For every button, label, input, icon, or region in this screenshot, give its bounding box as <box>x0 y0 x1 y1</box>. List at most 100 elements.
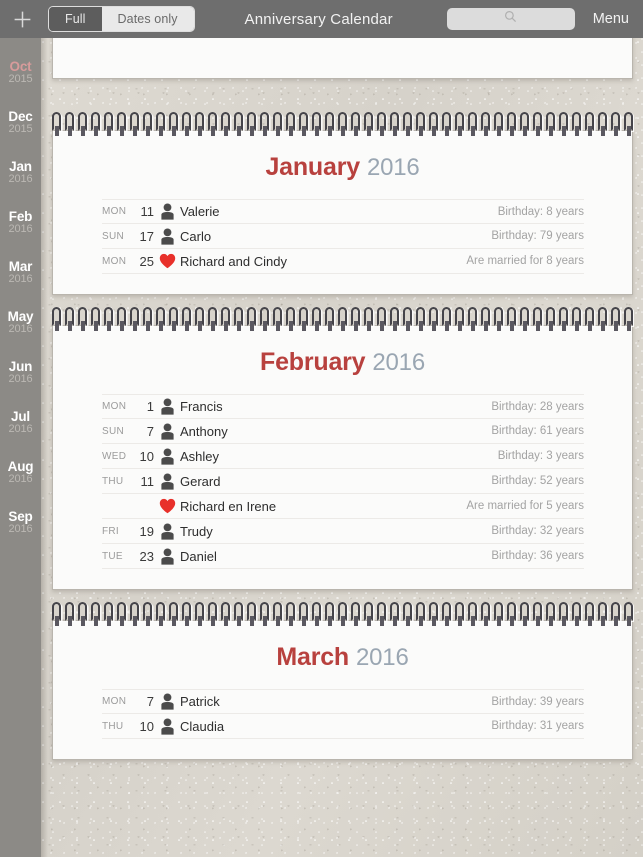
month-heading: March 2016 <box>53 621 632 689</box>
row-day: 17 <box>139 228 154 244</box>
month-card-partial <box>52 38 633 79</box>
segment-dates-only[interactable]: Dates only <box>101 7 194 31</box>
sidebar-item-sep-2016[interactable]: Sep 2016 <box>0 498 41 548</box>
sidebar-item-month: Jun <box>8 358 33 374</box>
sidebar-item-month: Dec <box>8 108 33 124</box>
person-icon <box>161 473 174 490</box>
sidebar-item-year: 2016 <box>8 373 33 386</box>
app-title: Anniversary Calendar <box>244 10 393 28</box>
search-input[interactable] <box>446 8 575 30</box>
person-icon <box>161 693 174 710</box>
sidebar-item-oct-2015[interactable]: Oct 2015 <box>0 48 41 98</box>
person-icon <box>161 203 174 220</box>
sidebar-item-month: Sep <box>8 508 33 524</box>
sidebar-item-mar-2016[interactable]: Mar 2016 <box>0 248 41 298</box>
month-name: February <box>260 348 366 376</box>
add-button[interactable] <box>0 0 44 38</box>
row-person-name: Claudia <box>180 718 225 734</box>
heart-icon <box>159 498 176 514</box>
row-weekday: SUN <box>102 230 125 242</box>
month-card-body: March 2016 MON 7 Patrick Birthday: 39 years TH… <box>53 621 632 759</box>
row-weekday: SUN <box>102 425 125 437</box>
person-icon <box>161 548 174 565</box>
toolbar: Full Dates only Anniversary Calendar Men… <box>0 0 643 38</box>
sidebar-item-feb-2016[interactable]: Feb 2016 <box>0 198 41 248</box>
anniversary-calendar-app: Full Dates only Anniversary Calendar Men… <box>0 0 643 857</box>
month-card-january: January 2016 MON 11 Valerie Birthday: 8 years… <box>52 112 633 295</box>
person-icon <box>155 398 180 415</box>
anniversary-row[interactable]: FRI 19 Trudy Birthday: 32 years <box>102 519 584 544</box>
sidebar-item-year: 2016 <box>8 323 33 336</box>
person-icon <box>155 473 180 490</box>
row-day: 10 <box>139 718 154 734</box>
sidebar-item-may-2016[interactable]: May 2016 <box>0 298 41 348</box>
row-note: Birthday: 61 years <box>491 425 584 437</box>
view-mode-segmented-control[interactable]: Full Dates only <box>48 6 195 32</box>
segment-full[interactable]: Full <box>49 7 102 31</box>
row-weekday: MON <box>102 255 127 267</box>
anniversary-row-list: MON 7 Patrick Birthday: 39 years THU 10 Claudi… <box>53 689 632 739</box>
month-year: 2016 <box>372 349 425 376</box>
anniversary-row[interactable]: SUN 17 Carlo Birthday: 79 years <box>102 224 584 249</box>
row-note: Birthday: 31 years <box>491 720 584 732</box>
person-icon <box>155 228 180 245</box>
sidebar-item-dec-2015[interactable]: Dec 2015 <box>0 98 41 148</box>
sidebar-item-month: Aug <box>7 458 34 474</box>
person-icon <box>155 548 180 565</box>
sidebar-item-month: Jul <box>11 408 30 424</box>
sidebar-item-jul-2016[interactable]: Jul 2016 <box>0 398 41 448</box>
row-day: 1 <box>146 399 154 414</box>
anniversary-row[interactable]: WED 10 Ashley Birthday: 3 years <box>102 444 584 469</box>
sidebar-item-year: 2016 <box>8 523 33 536</box>
anniversary-row[interactable]: SUN 7 Anthony Birthday: 61 years <box>102 419 584 444</box>
heart-icon <box>159 253 176 269</box>
row-person-name: Gerard <box>180 473 221 489</box>
month-year: 2016 <box>356 644 409 671</box>
anniversary-row[interactable]: Richard en Irene Are married for 5 years <box>102 494 584 519</box>
month-year: 2016 <box>366 154 420 181</box>
month-name: January <box>265 153 360 181</box>
sidebar-item-jun-2016[interactable]: Jun 2016 <box>0 348 41 398</box>
sidebar-item-month: Jan <box>9 158 32 174</box>
search-field[interactable] <box>446 8 575 30</box>
anniversary-row[interactable]: TUE 23 Daniel Birthday: 36 years <box>102 544 584 569</box>
sidebar-item-year: 2015 <box>8 123 33 136</box>
sidebar-item-year: 2015 <box>8 73 33 86</box>
month-heading: February 2016 <box>53 326 632 394</box>
row-note: Birthday: 52 years <box>491 475 584 487</box>
sidebar-item-year: 2016 <box>8 173 33 186</box>
month-card-body: January 2016 MON 11 Valerie Birthday: 8 years… <box>53 131 632 294</box>
row-day: 11 <box>140 204 155 219</box>
heart-icon <box>155 498 180 514</box>
row-person-name: Patrick <box>180 694 220 709</box>
row-weekday: MON <box>102 401 127 412</box>
calendar-scroll-area[interactable]: January 2016 MON 11 Valerie Birthday: 8 years… <box>41 38 643 857</box>
sidebar-item-jan-2016[interactable]: Jan 2016 <box>0 148 41 198</box>
person-icon <box>161 523 174 540</box>
sidebar-item-month: Mar <box>8 258 33 274</box>
row-day: 7 <box>146 694 154 709</box>
row-person-name: Daniel <box>180 548 217 564</box>
sidebar-item-aug-2016[interactable]: Aug 2016 <box>0 448 41 498</box>
row-weekday: THU <box>102 720 124 732</box>
month-name: March <box>276 643 350 671</box>
anniversary-row[interactable]: MON 1 Francis Birthday: 28 years <box>102 394 584 419</box>
person-icon <box>155 718 180 735</box>
month-heading: January 2016 <box>53 131 632 199</box>
heart-icon <box>155 253 180 269</box>
anniversary-row[interactable]: THU 11 Gerard Birthday: 52 years <box>102 469 584 494</box>
menu-button[interactable]: Menu <box>575 11 643 27</box>
row-person-name: Anthony <box>180 423 228 439</box>
sidebar-item-month: Feb <box>8 208 33 224</box>
row-note: Birthday: 32 years <box>491 525 584 537</box>
row-day: 11 <box>140 473 155 489</box>
row-weekday: MON <box>102 696 127 707</box>
sidebar-item-month: Oct <box>9 58 32 74</box>
anniversary-row[interactable]: MON 7 Patrick Birthday: 39 years <box>102 689 584 714</box>
anniversary-row-list: MON 11 Valerie Birthday: 8 years SUN 17 Carlo B… <box>53 199 632 274</box>
anniversary-row[interactable]: MON 25 Richard and Cindy Are married for 8 … <box>102 249 584 274</box>
row-day: 7 <box>146 423 154 439</box>
person-icon <box>155 693 180 710</box>
anniversary-row[interactable]: THU 10 Claudia Birthday: 31 years <box>102 714 584 739</box>
anniversary-row[interactable]: MON 11 Valerie Birthday: 8 years <box>102 199 584 224</box>
